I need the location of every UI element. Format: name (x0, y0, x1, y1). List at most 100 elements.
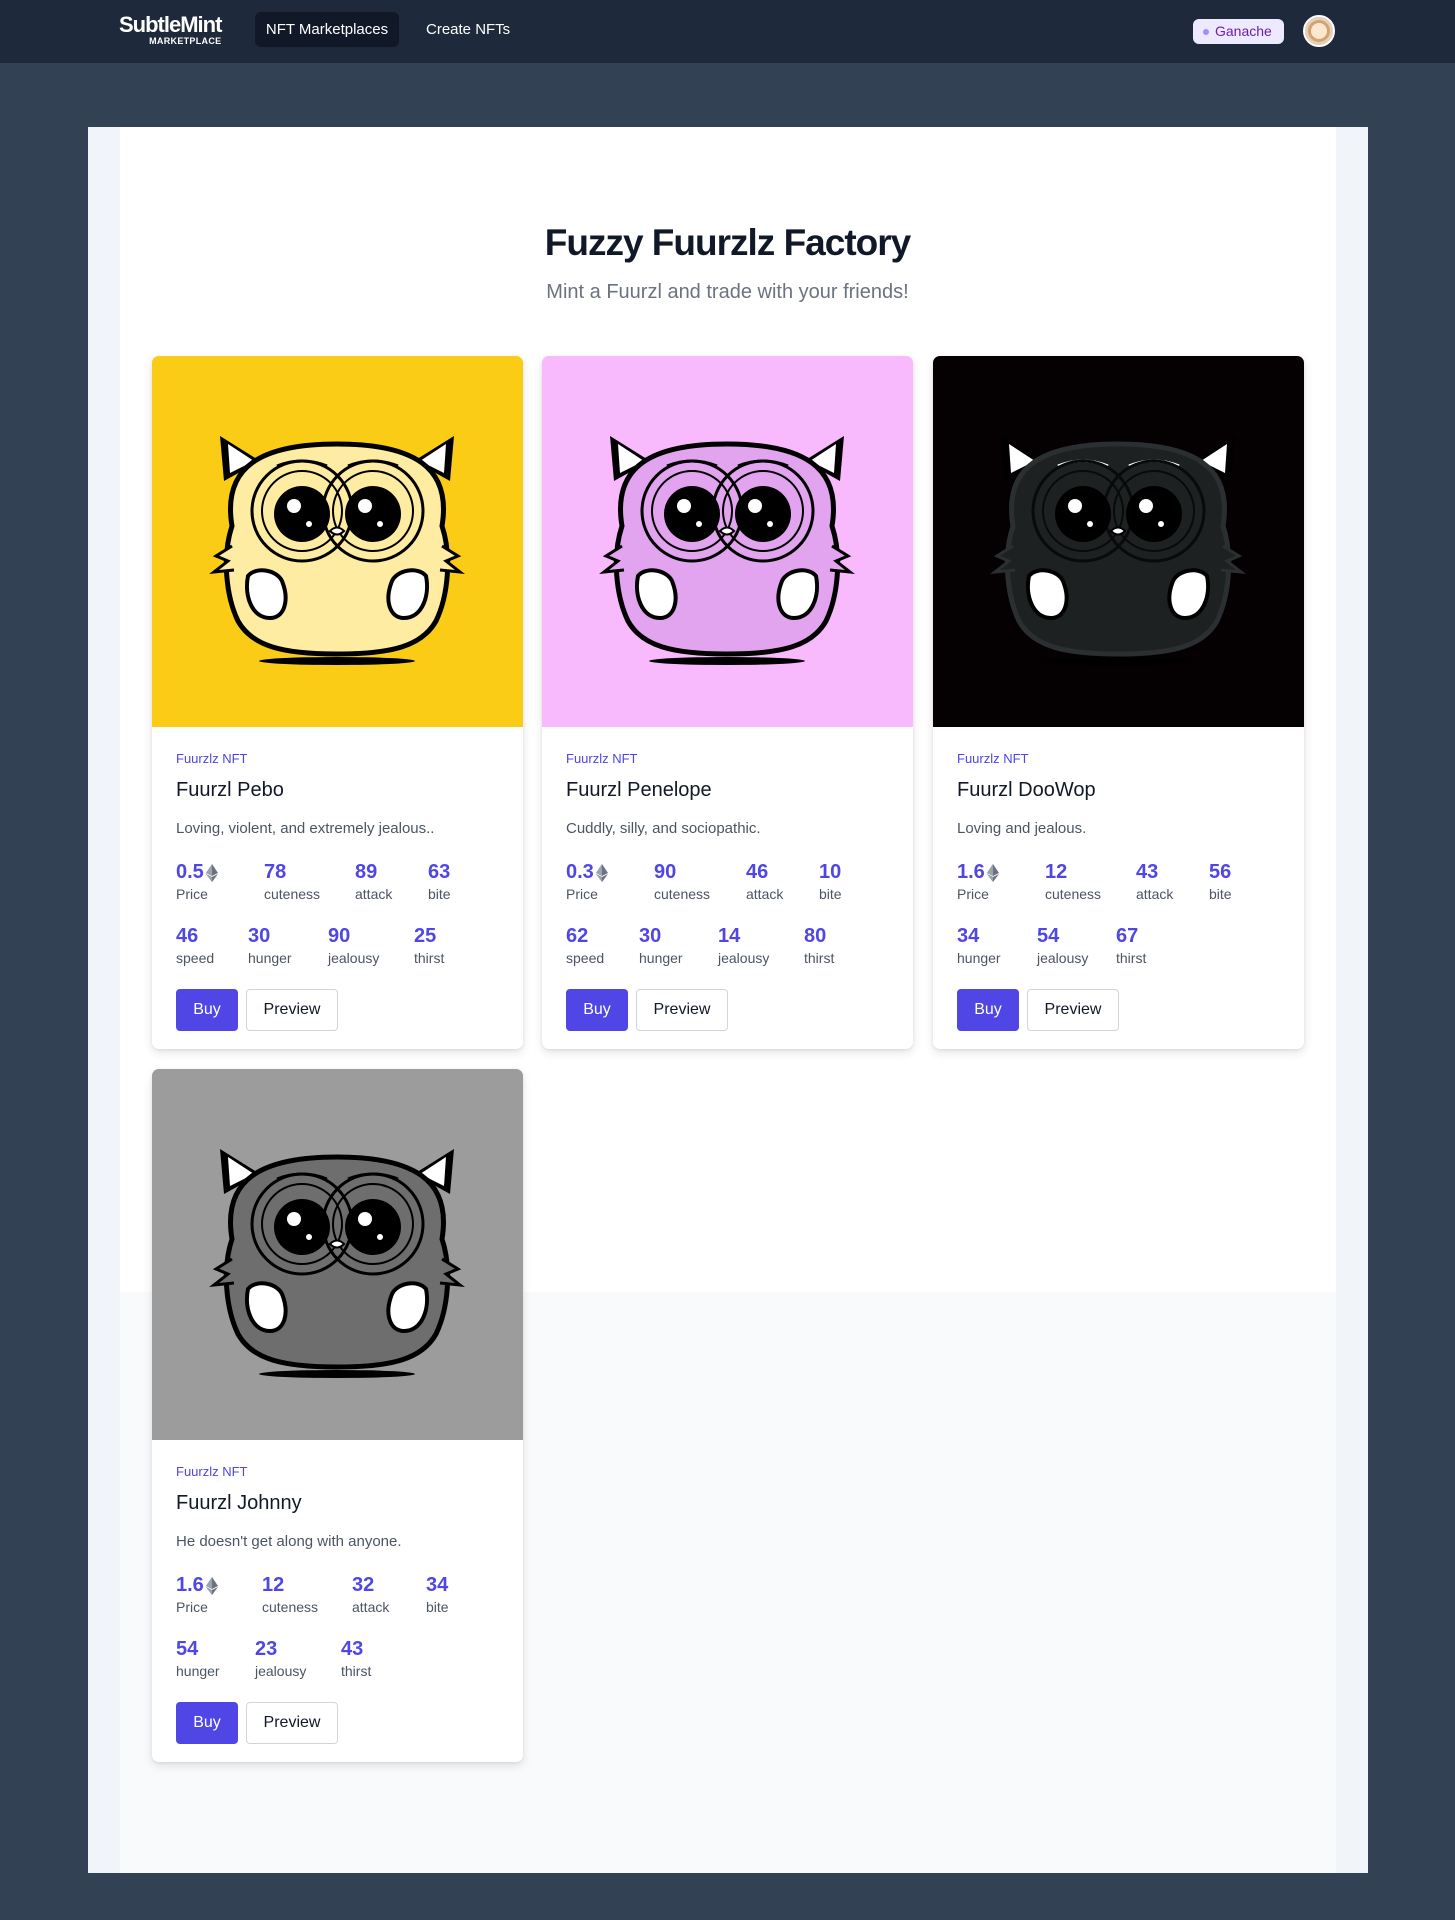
stat-jealousy: 90 jealousy (328, 925, 379, 966)
stat-label: jealousy (1037, 950, 1089, 966)
preview-button[interactable]: Preview (246, 1702, 338, 1744)
card-description: Loving and jealous. (957, 820, 1087, 837)
stat-value: 34 (426, 1574, 449, 1596)
stat-cuteness: 78 cuteness (264, 861, 320, 902)
preview-button[interactable]: Preview (246, 989, 338, 1031)
nft-card: Fuurzlz NFT Fuurzl Penelope Cuddly, silly,… (542, 356, 913, 1049)
nft-card: Fuurzlz NFT Fuurzl Johnny He doesn't get a… (152, 1069, 523, 1762)
network-status-dot (1203, 29, 1209, 35)
stat-label: bite (819, 886, 842, 902)
card-collection-tag: Fuurzlz NFT (957, 751, 1029, 766)
subtlemint-logo[interactable]: SubtleMint MARKETPLACE (119, 14, 222, 46)
stat-attack: 32 attack (352, 1574, 389, 1615)
stat-attack: 89 attack (355, 861, 392, 902)
stat-label: cuteness (1045, 886, 1102, 902)
user-avatar[interactable] (1303, 15, 1335, 47)
nft-image[interactable] (152, 1069, 523, 1440)
page-title: Fuzzy Fuurzlz Factory (544, 222, 911, 263)
stat-cuteness: 90 cuteness (654, 861, 710, 902)
preview-button[interactable]: Preview (636, 989, 728, 1031)
nft-card: Fuurzlz NFT Fuurzl DooWop Loving and jealo… (933, 356, 1304, 1049)
stat-price: 0.3 Price (566, 861, 608, 902)
stat-bite: 34 bite (426, 1574, 449, 1615)
stat-value: 34 (957, 925, 980, 947)
buy-button[interactable]: Buy (176, 989, 238, 1031)
stat-value: 67 (1116, 925, 1139, 947)
card-description: He doesn't get along with anyone. (176, 1533, 402, 1550)
stat-value: 14 (718, 925, 741, 947)
stat-hunger: 54 hunger (176, 1638, 220, 1679)
ethereum-icon (986, 863, 999, 882)
stat-label: bite (426, 1599, 449, 1615)
stat-label: speed (176, 950, 215, 966)
stat-thirst: 80 thirst (804, 925, 834, 966)
nav-create-nfts[interactable]: Create NFTs (414, 12, 522, 47)
stat-value: 56 (1209, 861, 1232, 883)
fuurzl-artwork (542, 356, 913, 727)
logo-subtitle: MARKETPLACE (149, 36, 222, 46)
buy-button[interactable]: Buy (176, 1702, 238, 1744)
card-collection-tag: Fuurzlz NFT (566, 751, 638, 766)
stat-value: 46 (746, 861, 769, 883)
preview-button[interactable]: Preview (1027, 989, 1119, 1031)
stat-value: 54 (176, 1638, 199, 1660)
card-collection-tag: Fuurzlz NFT (176, 1464, 248, 1479)
stat-value: 90 (328, 925, 351, 947)
stat-label: Price (176, 1599, 208, 1615)
stat-thirst: 43 thirst (341, 1638, 371, 1679)
stat-price: 1.6 Price (957, 861, 999, 902)
stat-label: Price (957, 886, 989, 902)
nft-image[interactable] (152, 356, 523, 727)
card-collection-tag: Fuurzlz NFT (176, 751, 248, 766)
stat-label: jealousy (255, 1663, 307, 1679)
buy-button[interactable]: Buy (566, 989, 628, 1031)
stat-value: 54 (1037, 925, 1060, 947)
stat-value: 25 (414, 925, 437, 947)
card-title: Fuurzl DooWop (957, 779, 1096, 801)
stat-label: thirst (414, 950, 445, 966)
stat-value: 1.6 (176, 1574, 218, 1597)
ethereum-icon (205, 863, 218, 882)
stat-cuteness: 12 cuteness (1045, 861, 1101, 902)
stat-bite: 10 bite (819, 861, 842, 902)
stat-value: 46 (176, 925, 199, 947)
stat-speed: 62 speed (566, 925, 604, 966)
buy-button[interactable]: Buy (957, 989, 1019, 1031)
nft-image[interactable] (933, 356, 1304, 727)
stat-value: 63 (428, 861, 451, 883)
network-label: Ganache (1215, 23, 1272, 39)
stat-label: jealousy (718, 950, 770, 966)
stat-hunger: 34 hunger (957, 925, 1001, 966)
stat-value: 89 (355, 861, 378, 883)
card-title: Fuurzl Penelope (566, 779, 712, 801)
stat-value: 0.5 (176, 861, 218, 884)
stat-label: hunger (957, 950, 1001, 966)
stat-label: thirst (804, 950, 835, 966)
ethereum-icon (205, 1576, 218, 1595)
stat-label: Price (566, 886, 598, 902)
nav-nft-marketplaces[interactable]: NFT Marketplaces (255, 12, 399, 47)
stat-price: 0.5 Price (176, 861, 218, 902)
stat-thirst: 67 thirst (1116, 925, 1146, 966)
stat-value: 1.6 (957, 861, 999, 884)
stat-value: 30 (248, 925, 271, 947)
stat-label: cuteness (262, 1599, 319, 1615)
stat-thirst: 25 thirst (414, 925, 444, 966)
stat-label: bite (1209, 886, 1232, 902)
stat-value: 12 (262, 1574, 285, 1596)
card-title: Fuurzl Pebo (176, 779, 284, 801)
stat-bite: 63 bite (428, 861, 451, 902)
nft-image[interactable] (542, 356, 913, 727)
stat-value: 43 (1136, 861, 1159, 883)
fuurzl-artwork (152, 356, 523, 727)
stat-label: attack (352, 1599, 390, 1615)
card-description: Cuddly, silly, and sociopathic. (566, 820, 761, 837)
stat-value: 0.3 (566, 861, 608, 884)
stat-value: 10 (819, 861, 842, 883)
card-description: Loving, violent, and extremely jealous.. (176, 820, 435, 837)
stat-label: jealousy (328, 950, 380, 966)
stat-label: attack (746, 886, 784, 902)
network-badge: Ganache (1193, 19, 1284, 44)
stat-bite: 56 bite (1209, 861, 1232, 902)
stat-jealousy: 23 jealousy (255, 1638, 306, 1679)
